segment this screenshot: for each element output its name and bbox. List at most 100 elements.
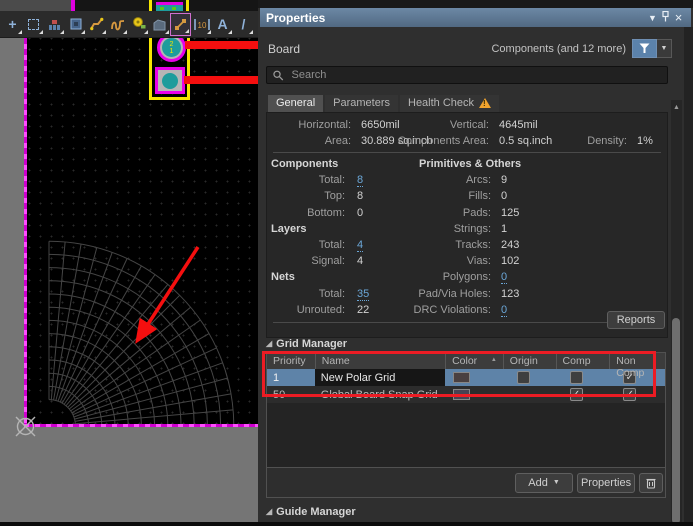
tab-bar: General Parameters Health Check xyxy=(268,95,499,112)
select-area-icon[interactable] xyxy=(23,13,44,36)
polygons-link[interactable]: 0 xyxy=(501,271,507,284)
tune-meander-icon[interactable] xyxy=(107,13,128,36)
panel-right-strip xyxy=(684,27,693,526)
horizontal-label: Horizontal: xyxy=(267,119,351,131)
funnel-icon xyxy=(639,43,650,54)
polygon-pour-icon[interactable] xyxy=(149,13,170,36)
column-color[interactable]: Color▲ xyxy=(445,353,503,369)
reports-button[interactable]: Reports xyxy=(607,311,665,329)
density-label: Density: xyxy=(525,135,627,147)
vertical-value: 4645mil xyxy=(499,119,538,131)
pad-stack-icon[interactable] xyxy=(44,13,65,36)
annotation-red-bar-bottom xyxy=(184,76,258,84)
pad-label: 2 xyxy=(170,41,174,48)
priority-cell: 1 xyxy=(267,369,315,386)
bottom-strip xyxy=(0,522,693,526)
vertical-label: Vertical: xyxy=(367,119,489,131)
altium-pcb-window: 2 1 + xyxy=(0,0,693,526)
delete-button[interactable] xyxy=(639,473,663,493)
name-cell[interactable]: New Polar Grid xyxy=(315,369,445,386)
general-tab-content: Horizontal: 6650mil Vertical: 4645mil Ar… xyxy=(266,112,668,338)
tab-general[interactable]: General xyxy=(268,95,323,112)
move-cross-icon[interactable]: + xyxy=(2,13,23,36)
canvas-top-strip xyxy=(0,0,258,11)
chevron-down-icon[interactable]: ▼ xyxy=(646,13,659,23)
properties-panel: Properties ▼ × Board Components (and 12 … xyxy=(258,0,693,526)
panel-header[interactable]: Properties ▼ × xyxy=(260,8,691,27)
comp-checkbox[interactable]: ✓ xyxy=(570,388,583,401)
place-component-icon[interactable] xyxy=(65,13,86,36)
board-outline-left xyxy=(24,0,27,427)
top-strip-gray xyxy=(0,0,71,11)
component-pad-square[interactable] xyxy=(155,67,185,94)
guide-manager-header[interactable]: ◢Guide Manager xyxy=(266,506,356,518)
highlight-sliver xyxy=(186,0,189,11)
pad-label: 1 xyxy=(170,48,174,55)
interactive-routing-icon[interactable] xyxy=(86,13,107,36)
warning-icon xyxy=(479,98,491,108)
filter-dropdown-button[interactable]: ▼ xyxy=(657,39,672,58)
column-origin[interactable]: Origin xyxy=(503,353,556,369)
tab-parameters[interactable]: Parameters xyxy=(325,95,398,112)
board-outline-bottom xyxy=(24,424,258,427)
expand-triangle-icon: ◢ xyxy=(266,507,272,516)
components-section-header: Components xyxy=(271,158,338,170)
close-icon[interactable]: × xyxy=(672,13,685,22)
grid-manager-header[interactable]: ◢Grid Manager xyxy=(266,338,347,350)
search-icon xyxy=(273,70,284,81)
place-line-icon[interactable] xyxy=(170,13,191,36)
panel-top-strip xyxy=(258,0,693,8)
panel-title: Properties xyxy=(266,11,646,25)
origin-marker-icon xyxy=(14,415,37,438)
object-row: Board Components (and 12 more) ▼ xyxy=(258,38,684,60)
place-track-icon[interactable]: / xyxy=(233,13,254,36)
color-swatch[interactable] xyxy=(453,389,470,400)
column-priority[interactable]: Priority xyxy=(267,353,315,369)
priority-cell: 50 xyxy=(267,386,315,403)
density-value: 1% xyxy=(637,135,653,147)
expand-triangle-icon: ◢ xyxy=(266,339,272,348)
svg-text:10: 10 xyxy=(197,21,206,30)
properties-button[interactable]: Properties xyxy=(577,473,635,493)
components-area-label: Components Area: xyxy=(367,135,489,147)
name-cell[interactable]: Global Board Snap Grid xyxy=(315,386,445,403)
primitives-section-header: Primitives & Others xyxy=(419,158,521,170)
column-non-comp[interactable]: Non Comp xyxy=(609,353,665,369)
pin-icon[interactable] xyxy=(659,11,672,24)
drc-violations-link[interactable]: 0 xyxy=(501,304,507,317)
column-name[interactable]: Name xyxy=(315,353,445,369)
filter-button[interactable] xyxy=(632,39,657,58)
grid-row-global-board-snap-grid[interactable]: 50 Global Board Snap Grid ✓ ✓ xyxy=(267,386,665,403)
column-comp[interactable]: Comp xyxy=(556,353,610,369)
add-button[interactable]: Add▼ xyxy=(515,473,573,493)
place-string-icon[interactable]: A xyxy=(212,13,233,36)
layers-total-link[interactable]: 4 xyxy=(357,239,363,252)
pcb-toolbar: + 10 A / xyxy=(0,11,258,38)
sort-asc-icon: ▲ xyxy=(491,357,497,363)
color-swatch[interactable] xyxy=(453,372,470,383)
scroll-up-icon[interactable]: ▲ xyxy=(671,104,682,111)
divider xyxy=(273,152,661,153)
tab-health-check[interactable]: Health Check xyxy=(400,95,499,112)
search-input[interactable] xyxy=(290,68,661,82)
origin-checkbox[interactable] xyxy=(517,371,530,384)
pcb-editor-canvas[interactable] xyxy=(24,0,258,425)
nets-section-header: Nets xyxy=(271,271,295,283)
grid-manager-group: Priority Name Color▲ Origin Comp Non Com… xyxy=(266,352,666,498)
panel-scrollbar[interactable]: ▲ xyxy=(671,100,682,526)
non-comp-checkbox[interactable]: ✓ xyxy=(623,388,636,401)
nets-total-link[interactable]: 35 xyxy=(357,288,369,301)
filter-scope-label: Components (and 12 more) xyxy=(491,43,626,55)
grid-row-new-polar-grid[interactable]: 1 New Polar Grid ✓ xyxy=(267,369,665,386)
object-type-label: Board xyxy=(268,42,300,56)
comp-checkbox[interactable] xyxy=(570,371,583,384)
place-via-icon[interactable] xyxy=(128,13,149,36)
component-sliver xyxy=(156,2,183,11)
area-label: Area: xyxy=(267,135,351,147)
components-total-link[interactable]: 8 xyxy=(357,174,363,187)
scrollbar-thumb[interactable] xyxy=(672,318,680,524)
place-dimension-icon[interactable]: 10 xyxy=(191,13,212,36)
search-box[interactable] xyxy=(266,66,668,84)
board-outline-sliver xyxy=(71,0,75,11)
divider xyxy=(273,322,661,323)
